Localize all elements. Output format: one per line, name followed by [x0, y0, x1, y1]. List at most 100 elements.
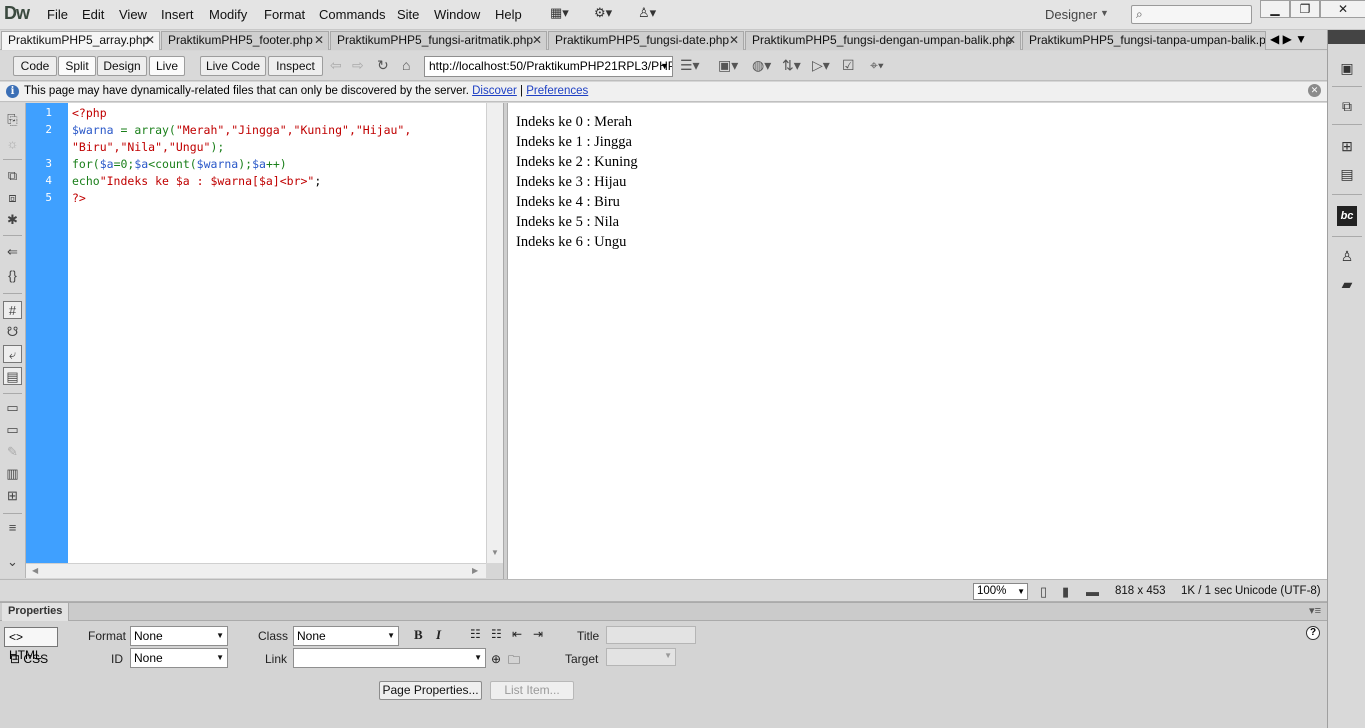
gear-icon[interactable]: ⚙▾ [594, 5, 612, 21]
code-vertical-scrollbar[interactable]: ▼ [486, 103, 503, 563]
balance-braces-icon[interactable]: {} [3, 267, 22, 285]
layout-icon[interactable]: ▦▾ [550, 5, 569, 21]
word-wrap-icon[interactable]: ⤶ [3, 345, 22, 363]
live-code-button[interactable]: Live Code [200, 56, 266, 76]
chevron-down-icon[interactable]: ⌄ [3, 553, 22, 571]
menu-help[interactable]: Help [495, 7, 522, 22]
check-browser-icon[interactable]: ☑ [842, 57, 855, 74]
insert-panel-icon[interactable]: ▣ [1337, 58, 1357, 78]
restore-button[interactable]: ❐ [1290, 0, 1320, 18]
home-icon[interactable]: ⌂ [402, 57, 410, 73]
class-select[interactable]: None ▼ [293, 626, 399, 646]
chevron-down-icon[interactable]: ▼ [491, 548, 499, 557]
tab-fungsi-tanpa-umpan-balik[interactable]: PraktikumPHP5_fungsi-tanpa-umpan-balik.p… [1022, 31, 1266, 50]
html-mode-button[interactable]: <> HTML [4, 627, 58, 662]
tab-footer[interactable]: PraktikumPHP5_footer.php ✕ [161, 31, 329, 50]
close-icon[interactable]: ✕ [729, 32, 739, 49]
inspect-button[interactable]: Inspect [268, 56, 323, 76]
close-icon[interactable]: ✕ [314, 32, 324, 49]
file-management-icon[interactable]: ⇅▾ [782, 57, 801, 74]
mobile-size-icon[interactable]: ▯ [1040, 584, 1047, 600]
apply-comment-icon[interactable]: ▭ [3, 399, 22, 417]
close-icon[interactable]: ✕ [145, 32, 155, 49]
css-styles-icon[interactable]: ⧉ [1337, 96, 1357, 116]
desktop-size-icon[interactable]: ▬ [1086, 584, 1099, 599]
chevron-left-icon[interactable]: ◀ [32, 566, 38, 575]
menu-format[interactable]: Format [264, 7, 305, 22]
help-icon[interactable]: ? [1306, 626, 1320, 640]
menu-commands[interactable]: Commands [319, 7, 385, 22]
properties-tab[interactable]: Properties [2, 603, 70, 621]
tab-fungsi-dengan-umpan-balik[interactable]: PraktikumPHP5_fungsi-dengan-umpan-balik.… [745, 31, 1021, 50]
multiscreen-icon[interactable]: ▣▾ [718, 57, 738, 74]
close-icon[interactable]: ✕ [1308, 84, 1321, 97]
tab-fungsi-date[interactable]: PraktikumPHP5_fungsi-date.php ✕ [548, 31, 744, 50]
open-documents-icon[interactable]: ⎘ [3, 111, 22, 129]
remove-comment-icon[interactable]: ▭ [3, 421, 22, 439]
close-icon[interactable]: ✕ [532, 32, 542, 49]
italic-button[interactable]: I [436, 627, 441, 643]
chevron-down-icon[interactable]: ▼ [1100, 8, 1109, 18]
assets-icon[interactable]: ▰ [1337, 274, 1357, 294]
split-view-button[interactable]: Split [58, 56, 96, 76]
w3c-validation-icon[interactable]: ▷▾ [812, 57, 830, 74]
link-input[interactable]: ▼ [293, 648, 486, 668]
zoom-select[interactable]: 100% ▼ [973, 583, 1028, 600]
menu-modify[interactable]: Modify [209, 7, 247, 22]
live-view-button[interactable]: Live [149, 56, 185, 76]
wrap-tag-icon[interactable]: ✎ [3, 443, 22, 461]
expand-all-icon[interactable]: ✱ [3, 211, 22, 229]
point-to-file-icon[interactable]: ⊕ [491, 652, 501, 666]
workspace-switcher[interactable]: Designer [1045, 7, 1097, 22]
move-css-icon[interactable]: ⊞ [3, 487, 22, 505]
tab-scroll-arrows[interactable]: ◀ ▶ ▼ [1270, 32, 1307, 46]
business-catalyst-icon[interactable]: bc [1337, 206, 1357, 226]
menu-file[interactable]: File [47, 7, 68, 22]
tab-fungsi-aritmatik[interactable]: PraktikumPHP5_fungsi-aritmatik.php ✕ [330, 31, 547, 50]
back-icon[interactable]: ⇦ [330, 57, 342, 74]
ordered-list-icon[interactable]: ☷ [491, 627, 502, 641]
indent-code-icon[interactable]: ≡ [3, 519, 22, 537]
menu-site[interactable]: Site [397, 7, 419, 22]
chevron-right-icon[interactable]: ▶ [472, 566, 478, 575]
search-input[interactable]: ⌕ [1131, 5, 1252, 24]
chevron-down-icon[interactable]: ▼ [660, 57, 669, 76]
syntax-coloring-icon[interactable]: ▤ [3, 367, 22, 385]
panel-menu-icon[interactable]: ▾≡ [1309, 604, 1321, 617]
chevron-down-icon[interactable]: ▼ [1017, 584, 1025, 599]
folder-icon[interactable]: 🗀 [508, 651, 520, 672]
files-sitemap-icon[interactable]: ♙ [1337, 246, 1357, 266]
select-parent-tag-icon[interactable]: ⇐ [3, 243, 22, 261]
collapse-selection-icon[interactable]: ⧈ [3, 189, 22, 207]
menu-view[interactable]: View [119, 7, 147, 22]
recent-snippets-icon[interactable]: ▥ [3, 465, 22, 483]
design-view-button[interactable]: Design [97, 56, 147, 76]
bold-button[interactable]: B [414, 627, 423, 643]
tab-array[interactable]: PraktikumPHP5_array.php ✕ [1, 31, 160, 50]
unordered-list-icon[interactable]: ☷ [470, 627, 481, 641]
menu-window[interactable]: Window [434, 7, 480, 22]
css-mode-button[interactable]: ⊟ CSS [10, 652, 48, 666]
close-icon[interactable]: ✕ [1006, 32, 1016, 49]
collapse-tag-icon[interactable]: ⧉ [3, 167, 22, 185]
preferences-link[interactable]: Preferences [526, 85, 588, 97]
highlight-invalid-code-icon[interactable]: ☋ [3, 323, 22, 341]
code-editor[interactable]: <?php $warna = array("Merah","Jingga","K… [68, 103, 486, 563]
tablet-size-icon[interactable]: ▮ [1062, 584, 1069, 600]
discover-link[interactable]: Discover [472, 85, 517, 97]
line-numbers-icon[interactable]: # [3, 301, 22, 319]
code-horizontal-scrollbar[interactable]: ◀ ▶ [26, 563, 486, 578]
tag-inspector-icon[interactable]: ▤ [1337, 164, 1357, 184]
ap-elements-icon[interactable]: ⊞ [1337, 136, 1357, 156]
page-properties-button[interactable]: Page Properties... [379, 681, 482, 700]
format-select[interactable]: None ▼ [130, 626, 228, 646]
outdent-icon[interactable]: ⇤ [512, 627, 522, 641]
code-view-button[interactable]: Code [13, 56, 57, 76]
refresh-icon[interactable]: ↻ [377, 57, 389, 74]
menu-insert[interactable]: Insert [161, 7, 194, 22]
live-options-icon[interactable]: ☰▾ [680, 57, 700, 74]
menu-edit[interactable]: Edit [82, 7, 104, 22]
minimize-button[interactable]: ▁ [1260, 0, 1290, 18]
visual-aids-icon[interactable]: ⌖▾ [870, 57, 884, 74]
preview-browser-icon[interactable]: ◍▾ [752, 57, 771, 74]
